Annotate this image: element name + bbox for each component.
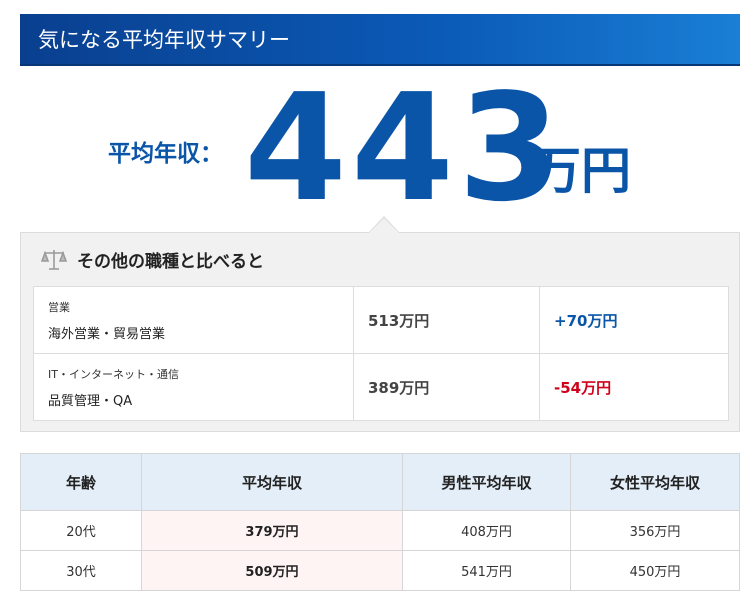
age-cell: 30代: [20, 550, 142, 591]
average-cell: 379万円: [141, 510, 403, 551]
job-name: 品質管理・QA: [48, 393, 133, 409]
average-income-label: 平均年収：: [108, 141, 223, 167]
scale-icon: [41, 249, 67, 270]
average-income-unit: 万円: [531, 142, 631, 200]
table-row: 20代 379万円 408万円 356万円: [20, 510, 740, 551]
comparison-title: その他の職種と比べると: [77, 252, 264, 272]
age-cell: 20代: [20, 510, 142, 551]
header-female: 女性平均年収: [570, 453, 740, 511]
table-row: IT・インターネット・通信 品質管理・QA 389万円 -54万円: [33, 353, 729, 421]
comparison-title-row: その他の職種と比べると: [41, 247, 264, 272]
section-header: 気になる平均年収サマリー: [20, 14, 740, 66]
male-cell: 408万円: [402, 510, 571, 551]
table-header-row: 年齢 平均年収 男性平均年収 女性平均年収: [20, 453, 740, 511]
salary-cell: 389万円: [353, 353, 540, 421]
job-category: IT・インターネット・通信: [48, 367, 179, 381]
header-age: 年齢: [20, 453, 142, 511]
job-cell: 営業 海外営業・貿易営業: [33, 286, 354, 354]
average-cell: 509万円: [141, 550, 403, 591]
age-income-table: 年齢 平均年収 男性平均年収 女性平均年収 20代 379万円 408万円 35…: [20, 453, 740, 591]
header-average: 平均年収: [141, 453, 403, 511]
comparison-panel: その他の職種と比べると 営業 海外営業・貿易営業 513万円 +70万円 IT・…: [20, 232, 740, 432]
job-name: 海外営業・貿易営業: [48, 326, 166, 342]
female-cell: 356万円: [570, 510, 740, 551]
female-cell: 450万円: [570, 550, 740, 591]
comparison-table: 営業 海外営業・貿易営業 513万円 +70万円 IT・インターネット・通信 品…: [33, 286, 729, 421]
average-income-value: 443: [244, 62, 565, 234]
table-row: 営業 海外営業・貿易営業 513万円 +70万円: [33, 286, 729, 354]
diff-cell: +70万円: [539, 286, 729, 354]
table-row: 30代 509万円 541万円 450万円: [20, 550, 740, 591]
header-male: 男性平均年収: [402, 453, 571, 511]
section-title: 気になる平均年収サマリー: [38, 28, 290, 52]
male-cell: 541万円: [402, 550, 571, 591]
job-category: 営業: [48, 300, 70, 314]
diff-cell: -54万円: [539, 353, 729, 421]
job-cell: IT・インターネット・通信 品質管理・QA: [33, 353, 354, 421]
callout-arrow-fill: [369, 218, 399, 233]
salary-cell: 513万円: [353, 286, 540, 354]
